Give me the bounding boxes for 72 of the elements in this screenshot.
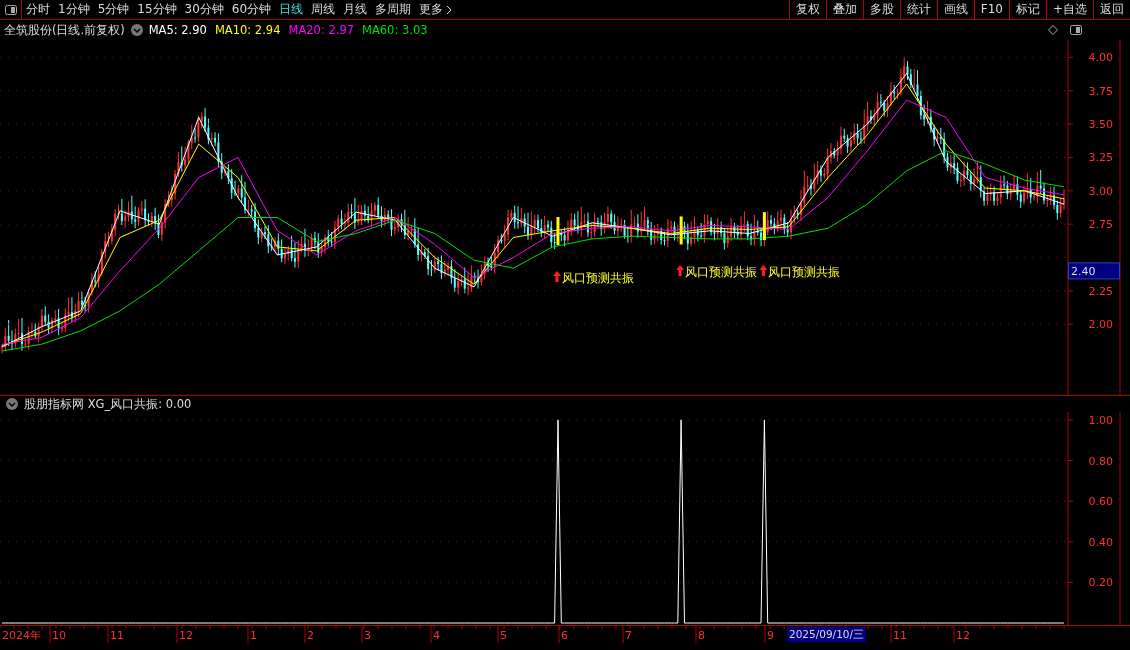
period-tab[interactable]: 分时 — [22, 0, 54, 19]
period-tab[interactable]: 多周期 — [371, 0, 416, 19]
month-label: 12 — [956, 629, 970, 642]
axis-label: 2.75 — [1088, 218, 1113, 232]
diamond-icon[interactable] — [1048, 25, 1058, 35]
period-tab[interactable]: 30分钟 — [180, 0, 228, 19]
month-label: 9 — [767, 629, 774, 642]
month-label: 8 — [698, 629, 705, 642]
panel-toggle-icon[interactable] — [4, 5, 17, 15]
axis-label: 0.80 — [1088, 454, 1113, 468]
toolbar-button[interactable]: 返回 — [1093, 0, 1130, 19]
toolbar-button[interactable]: 标记 — [1008, 0, 1046, 19]
chevron-right-icon — [446, 4, 454, 15]
moving-average-value: MA5: 2.90 — [148, 22, 207, 39]
axis-label: 3.00 — [1088, 184, 1113, 198]
price-label: 2.40 — [1071, 264, 1096, 278]
toolbar-button[interactable]: 叠加 — [825, 0, 863, 19]
month-label: 7 — [625, 629, 632, 642]
dropdown-icon[interactable] — [6, 398, 18, 410]
toolbar-button[interactable]: 画线 — [936, 0, 974, 19]
month-label: 5 — [500, 629, 507, 642]
period-tab[interactable]: 5分钟 — [93, 0, 134, 19]
period-tab[interactable]: 60分钟 — [227, 0, 276, 19]
period-tab[interactable]: 15分钟 — [133, 0, 181, 19]
date-label: 2025/09/10/三 — [787, 627, 867, 642]
axis-label: 2.25 — [1088, 284, 1113, 298]
moving-average-value: MA10: 2.94 — [214, 22, 281, 39]
moving-average-value: MA20: 2.97 — [288, 22, 354, 39]
signal-bar — [556, 217, 560, 246]
signal-bar — [762, 212, 766, 241]
up-arrow-icon — [552, 271, 561, 282]
indicator-title: 股朋指标网 XG_风口共振: 0.00 — [24, 395, 192, 413]
month-label: 2 — [307, 629, 314, 642]
price-tag — [1068, 262, 1120, 280]
stock-title: 全筑股份(日线.前复权) — [4, 22, 125, 39]
toolbar-button[interactable]: 统计 — [899, 0, 937, 19]
month-label: 11 — [893, 629, 907, 642]
axis-label: 3.25 — [1088, 151, 1113, 165]
month-label: 3 — [364, 629, 371, 642]
axis-label: 3.50 — [1088, 118, 1113, 132]
axis-label: 3.75 — [1088, 84, 1113, 98]
month-label: 12 — [179, 629, 193, 642]
axis-label: 0.20 — [1088, 576, 1113, 590]
up-arrow-icon — [676, 265, 685, 276]
signal-label: 风口预测共振 — [561, 271, 634, 285]
month-label: 1 — [250, 629, 257, 642]
period-tab[interactable]: 日线 — [275, 0, 308, 19]
more-menu[interactable]: 更多 — [415, 0, 458, 19]
axis-label: 0.60 — [1088, 495, 1113, 509]
panel-toggle-icon[interactable] — [1070, 25, 1082, 35]
axis-label: 2.00 — [1088, 318, 1113, 332]
up-arrow-icon — [759, 265, 768, 276]
month-label: 11 — [110, 629, 124, 642]
period-tab[interactable]: 1分钟 — [54, 0, 94, 19]
signal-label: 风口预测共振 — [685, 265, 758, 279]
signal-bar — [679, 216, 683, 245]
dropdown-icon[interactable] — [130, 24, 143, 36]
toolbar-button[interactable]: +自选 — [1045, 0, 1093, 19]
axis-label: 1.00 — [1088, 413, 1113, 427]
toolbar-button[interactable]: 复权 — [788, 0, 826, 19]
month-label: 6 — [561, 629, 568, 642]
toolbar-button[interactable]: 多股 — [862, 0, 900, 19]
year-label: 2024年 — [2, 629, 41, 642]
period-tab[interactable]: 月线 — [339, 0, 372, 19]
month-label: 4 — [433, 629, 440, 642]
axis-label: 0.40 — [1088, 535, 1113, 549]
moving-average-value: MA60: 3.03 — [362, 22, 428, 39]
signal-label: 风口预测共振 — [768, 265, 841, 279]
axis-label: 4.00 — [1088, 51, 1113, 65]
toolbar-button[interactable]: F10 — [973, 0, 1009, 19]
month-label: 10 — [52, 629, 66, 642]
period-tab[interactable]: 周线 — [307, 0, 340, 19]
